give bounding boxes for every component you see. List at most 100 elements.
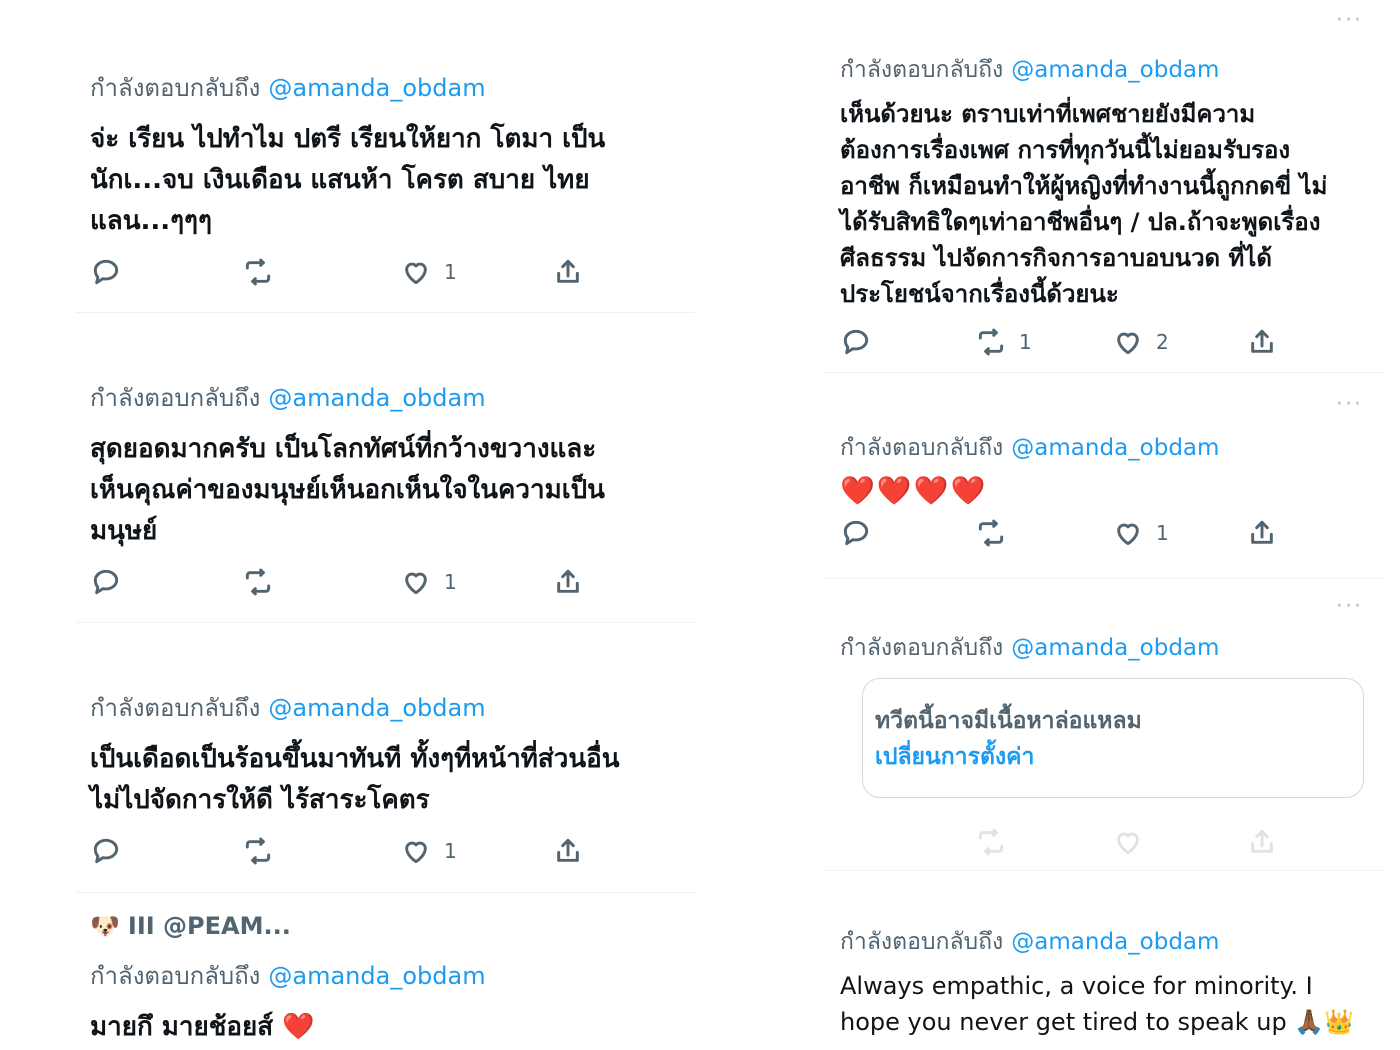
share-button[interactable] xyxy=(1246,326,1278,358)
replying-to-line: กำลังตอบกลับถึง @amanda_obdam xyxy=(840,430,1380,466)
reply-icon xyxy=(90,256,122,288)
reply-handle-link[interactable]: @amanda_obdam xyxy=(1011,57,1219,83)
like-count: 1 xyxy=(1156,521,1169,545)
tweet-text: เป็นเดือดเป็นร้อนขึ้นมาทันที ทั้งๆที่หน้… xyxy=(90,744,620,815)
retweet-icon xyxy=(242,256,274,288)
retweet-icon xyxy=(975,826,1007,858)
tweet-text: สุดยอดมากครับ เป็นโลกทัศน์ที่กว้างขวางแล… xyxy=(90,434,605,546)
reply-button[interactable] xyxy=(840,517,872,549)
retweet-button[interactable] xyxy=(975,517,1007,549)
share-button[interactable] xyxy=(552,256,584,288)
like-icon xyxy=(400,566,432,598)
like-icon xyxy=(1112,326,1144,358)
more-options-button[interactable]: ··· xyxy=(1336,392,1363,417)
like-button[interactable]: 1 xyxy=(1112,517,1169,549)
retweet-icon xyxy=(975,517,1007,549)
reply-button[interactable] xyxy=(90,835,122,867)
divider xyxy=(825,578,1385,579)
retweet-button[interactable] xyxy=(242,256,274,288)
retweet-button[interactable] xyxy=(242,566,274,598)
replying-to-line: กำลังตอบกลับถึง @amanda_obdam xyxy=(840,924,1380,960)
share-icon xyxy=(552,256,584,288)
reply-handle-link[interactable]: @amanda_obdam xyxy=(1011,929,1219,955)
replying-to-line: กำลังตอบกลับถึง @amanda_obdam xyxy=(90,688,700,727)
tweet-actions: 1 xyxy=(90,835,700,875)
reply-handle-link[interactable]: @amanda_obdam xyxy=(1011,635,1219,661)
retweet-icon xyxy=(242,566,274,598)
reply-handle-link[interactable]: @amanda_obdam xyxy=(268,74,485,102)
reply-handle-link[interactable]: @amanda_obdam xyxy=(268,694,485,722)
tweet-actions: 1 xyxy=(840,517,1380,557)
dog-emoji-icon: 🐶 xyxy=(90,912,120,940)
tweet-actions: 1 xyxy=(90,256,700,296)
tweet-text: Always empathic, a voice for minority. I… xyxy=(840,972,1355,1036)
replying-to-line: กำลังตอบกลับถึง @amanda_obdam xyxy=(840,52,1380,88)
tweet-left-2: กำลังตอบกลับถึง @amanda_obdam สุดยอดมากคร… xyxy=(90,378,700,606)
replying-to-line: กำลังตอบกลับถึง @amanda_obdam xyxy=(90,956,700,995)
reply-button[interactable] xyxy=(90,256,122,288)
sensitive-warning-text: ทวีตนี้อาจมีเนื้อหาล่อแหลม xyxy=(875,708,1142,734)
sensitive-content-warning: ทวีตนี้อาจมีเนื้อหาล่อแหลม เปลี่ยนการตั้… xyxy=(862,678,1364,798)
tweet-text: จ่ะ เรียน ไปทำไม ปตรี เรียนให้ยาก โตมา เ… xyxy=(90,124,606,236)
reply-prefix: กำลังตอบกลับถึง xyxy=(90,694,261,722)
like-count: 1 xyxy=(444,839,457,863)
tweet-left-1: กำลังตอบกลับถึง @amanda_obdam จ่ะ เรียน ไ… xyxy=(90,68,700,296)
reply-icon xyxy=(840,517,872,549)
like-button[interactable]: 1 xyxy=(400,566,457,598)
change-settings-link[interactable]: เปลี่ยนการตั้งค่า xyxy=(875,739,1034,775)
reply-prefix: กำลังตอบกลับถึง xyxy=(90,384,261,412)
share-button[interactable] xyxy=(1246,826,1278,858)
reply-prefix: กำลังตอบกลับถึง xyxy=(840,57,1004,83)
reply-prefix: กำลังตอบกลับถึง xyxy=(840,929,1004,955)
tweet-left-4: กำลังตอบกลับถึง @amanda_obdam มายกึ มายช้… xyxy=(90,956,700,1048)
share-icon xyxy=(552,566,584,598)
like-count: 1 xyxy=(444,260,457,284)
tweet-text-hearts: ❤️❤️❤️❤️ xyxy=(840,474,988,507)
reply-handle-link[interactable]: @amanda_obdam xyxy=(268,962,485,990)
reply-handle-link[interactable]: @amanda_obdam xyxy=(268,384,485,412)
reply-icon xyxy=(90,835,122,867)
more-options-button[interactable]: ··· xyxy=(1336,8,1363,33)
tweet-actions: 1 xyxy=(90,566,700,606)
tweet-right-2: กำลังตอบกลับถึง @amanda_obdam ❤️❤️❤️❤️ 1 xyxy=(840,430,1380,557)
reply-prefix: กำลังตอบกลับถึง xyxy=(90,74,261,102)
replying-to-line: กำลังตอบกลับถึง @amanda_obdam xyxy=(90,68,700,107)
retweet-count: 1 xyxy=(1019,330,1032,354)
share-button[interactable] xyxy=(1246,517,1278,549)
reply-icon xyxy=(90,566,122,598)
divider xyxy=(825,870,1385,871)
like-button[interactable]: 2 xyxy=(1112,326,1169,358)
like-button[interactable] xyxy=(1112,826,1144,858)
reply-icon xyxy=(840,326,872,358)
more-options-button[interactable]: ··· xyxy=(1336,594,1363,619)
reply-handle-link[interactable]: @amanda_obdam xyxy=(1011,435,1219,461)
like-icon xyxy=(400,256,432,288)
divider xyxy=(825,372,1385,373)
share-button[interactable] xyxy=(552,566,584,598)
reply-button[interactable] xyxy=(90,566,122,598)
retweet-button[interactable]: 1 xyxy=(975,326,1032,358)
profile-row[interactable]: 🐶 III @PEAM... xyxy=(90,912,291,940)
reply-prefix: กำลังตอบกลับถึง xyxy=(840,435,1004,461)
reply-prefix: กำลังตอบกลับถึง xyxy=(90,962,261,990)
share-icon xyxy=(552,835,584,867)
tweet-right-1: กำลังตอบกลับถึง @amanda_obdam เห็นด้วยนะ … xyxy=(840,52,1380,366)
tweet-left-3: กำลังตอบกลับถึง @amanda_obdam เป็นเดือดเป… xyxy=(90,688,700,875)
tweet-text: เห็นด้วยนะ ตราบเท่าที่เพศชายยังมีความ ต้… xyxy=(840,100,1328,308)
divider xyxy=(75,622,695,623)
reply-button[interactable] xyxy=(840,326,872,358)
retweet-button[interactable] xyxy=(242,835,274,867)
like-button[interactable]: 1 xyxy=(400,835,457,867)
tweet-actions: 1 2 xyxy=(840,326,1380,366)
like-icon xyxy=(400,835,432,867)
like-button[interactable]: 1 xyxy=(400,256,457,288)
share-icon xyxy=(1246,326,1278,358)
tweet-actions xyxy=(840,826,1380,866)
reply-prefix: กำลังตอบกลับถึง xyxy=(840,635,1004,661)
tweet-text: มายกึ มายช้อยส์ ❤️ xyxy=(90,1012,315,1042)
retweet-button[interactable] xyxy=(975,826,1007,858)
retweet-icon xyxy=(975,326,1007,358)
retweet-icon xyxy=(242,835,274,867)
replying-to-line: กำลังตอบกลับถึง @amanda_obdam xyxy=(840,630,1380,666)
share-button[interactable] xyxy=(552,835,584,867)
